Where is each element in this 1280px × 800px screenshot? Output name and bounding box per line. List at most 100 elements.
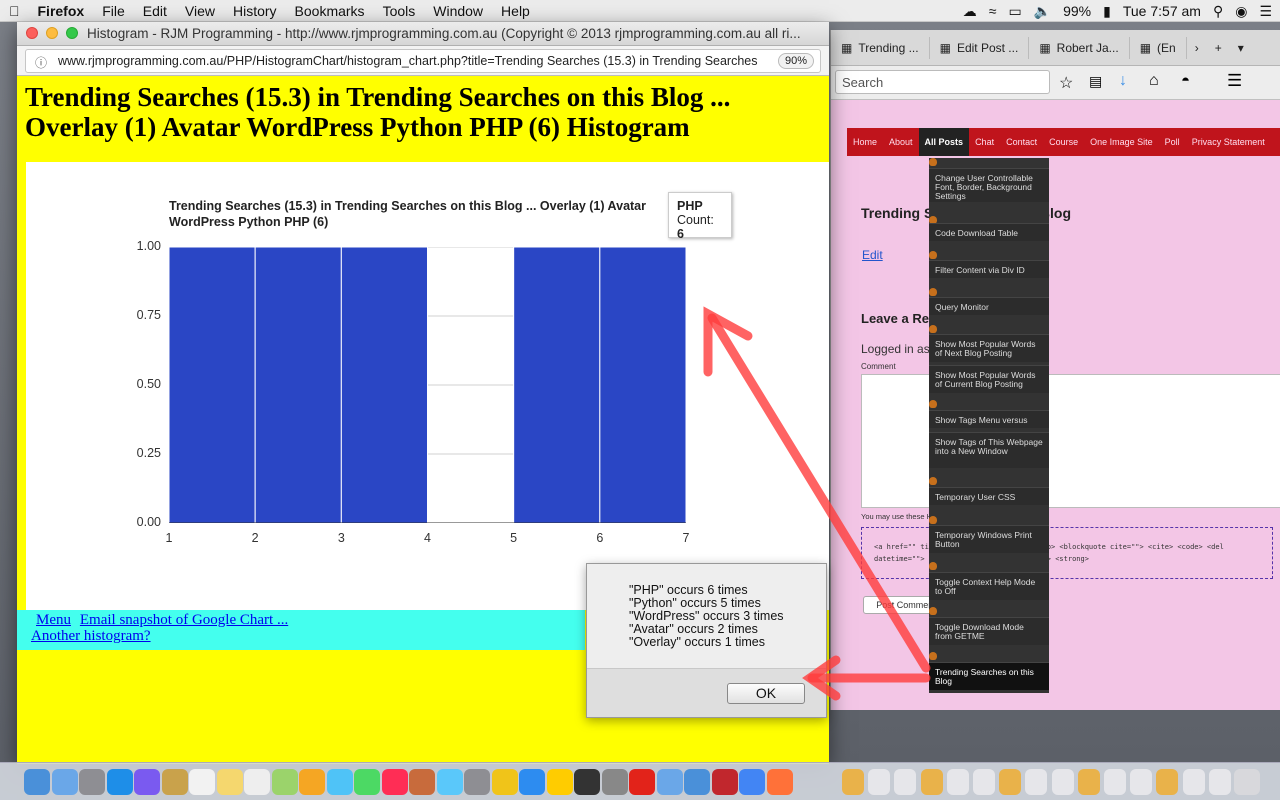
dock-app-icon[interactable] [161, 769, 188, 795]
menu-bookmarks[interactable]: Bookmarks [286, 3, 374, 19]
cloud-icon[interactable]: ☁ [963, 3, 977, 20]
dock-app-icon[interactable] [51, 769, 78, 795]
another-histogram-link[interactable]: Another histogram? [31, 628, 151, 644]
background-tab-en[interactable]: ▦ (En [1130, 36, 1187, 59]
dock-app-icon[interactable] [24, 769, 50, 795]
home-icon[interactable]: ⌂ [1149, 72, 1159, 90]
dock-app-icon[interactable] [354, 769, 380, 795]
nav-chat[interactable]: Chat [969, 128, 1000, 156]
edit-link[interactable]: Edit [862, 248, 883, 262]
dock-app-icon[interactable] [189, 769, 215, 795]
dock-document-icon[interactable] [920, 769, 943, 795]
battery-percent[interactable]: 99% [1063, 3, 1091, 19]
histogram-bar[interactable] [599, 247, 686, 523]
dropdown-item[interactable]: Show Most Popular Words of Next Blog Pos… [929, 334, 1049, 362]
volume-icon[interactable]: 🔈 [1034, 3, 1051, 20]
dock-app-icon[interactable] [491, 769, 518, 795]
dock-document-icon[interactable] [1104, 769, 1126, 795]
dock-document-icon[interactable] [1130, 769, 1153, 795]
dropdown-item[interactable]: Show Tags Menu versus [929, 410, 1049, 428]
app-menu[interactable]: Firefox [29, 3, 94, 19]
apple-menu-icon[interactable]:  [0, 3, 29, 19]
menu-help[interactable]: Help [492, 3, 539, 19]
nav-home[interactable]: Home [847, 128, 883, 156]
comment-textarea[interactable] [861, 374, 1280, 508]
dock-document-icon[interactable] [973, 769, 995, 795]
dock-app-icon[interactable] [216, 769, 243, 795]
spotlight-icon[interactable]: ⚲ [1213, 3, 1223, 20]
background-browser-window[interactable]: ▦ Trending ... ▦ Edit Post ... ▦ Robert Ja.… [830, 30, 1280, 710]
dock-app-icon[interactable] [739, 769, 765, 795]
dock-app-icon[interactable] [711, 769, 738, 795]
histogram-bar[interactable] [169, 247, 256, 523]
dock-document-icon[interactable] [1051, 769, 1074, 795]
nav-about[interactable]: About [883, 128, 919, 156]
battery-icon[interactable]: ▮ [1103, 3, 1111, 20]
dock-app-icon[interactable] [271, 769, 298, 795]
menu-file[interactable]: File [93, 3, 134, 19]
dock-document-icon[interactable] [946, 769, 969, 795]
dock-app-icon[interactable] [766, 769, 793, 795]
tab-scroll-right-icon[interactable]: › [1187, 41, 1207, 55]
dock-app-icon[interactable] [601, 769, 628, 795]
nav-contact[interactable]: Contact [1000, 128, 1043, 156]
site-info-icon[interactable]: ⓘ [35, 54, 47, 71]
trash-icon[interactable] [1234, 769, 1260, 795]
menu-edit[interactable]: Edit [134, 3, 176, 19]
histogram-bar[interactable] [340, 247, 428, 523]
background-tab-edit-post[interactable]: ▦ Edit Post ... [930, 36, 1030, 59]
clock[interactable]: Tue 7:57 am [1123, 3, 1201, 19]
dropdown-item[interactable]: Toggle Context Help Mode to Off [929, 572, 1049, 600]
dock-document-icon[interactable] [1025, 769, 1048, 795]
pocket-icon[interactable]: ◓ [1181, 72, 1190, 89]
menu-window[interactable]: Window [424, 3, 492, 19]
dock-app-icon[interactable] [656, 769, 683, 795]
menu-history[interactable]: History [224, 3, 286, 19]
zoom-window-icon[interactable] [66, 27, 78, 39]
reading-list-icon[interactable]: ▤ [1089, 73, 1102, 90]
hamburger-menu-icon[interactable]: ☰ [1227, 71, 1242, 91]
dock-app-icon[interactable] [134, 769, 160, 795]
background-tab-robert[interactable]: ▦ Robert Ja... [1029, 36, 1130, 59]
menu-link[interactable]: Menu [36, 612, 71, 628]
download-icon[interactable]: ↓ [1119, 72, 1127, 90]
dock-document-icon[interactable] [894, 769, 917, 795]
dropdown-item[interactable]: Toggle Download Mode from GETME [929, 617, 1049, 645]
dock-app-icon[interactable] [299, 769, 325, 795]
dropdown-item[interactable]: Filter Content via Div ID [929, 260, 1049, 278]
tab-list-icon[interactable]: ▾ [1230, 41, 1252, 55]
ok-button[interactable]: OK [727, 683, 805, 704]
dock-app-icon[interactable] [106, 769, 133, 795]
dock-app-icon[interactable] [546, 769, 573, 795]
zoom-level-badge[interactable]: 90% [777, 53, 814, 69]
close-window-icon[interactable] [26, 27, 38, 39]
dock-app-icon[interactable] [629, 769, 655, 795]
dropdown-item[interactable]: Show Most Popular Words of Current Blog … [929, 365, 1049, 393]
dropdown-item[interactable]: Query Monitor [929, 297, 1049, 315]
alert-dialog[interactable]: "PHP" occurs 6 times "Python" occurs 5 t… [586, 563, 827, 718]
dropdown-item-trending-searches[interactable]: Trending Searches on this Blog [929, 662, 1049, 690]
dropdown-item[interactable]: Temporary User CSS [929, 487, 1049, 505]
dropdown-item[interactable]: Temporary Windows Print Button [929, 525, 1049, 553]
dock-app-icon[interactable] [574, 769, 600, 795]
dock-app-icon[interactable] [519, 769, 545, 795]
dock-app-icon[interactable] [244, 769, 270, 795]
dock-document-icon[interactable] [868, 769, 891, 795]
nav-one-image-site[interactable]: One Image Site [1084, 128, 1159, 156]
nav-all-posts[interactable]: All Posts [918, 128, 970, 156]
menu-view[interactable]: View [176, 3, 224, 19]
airplay-icon[interactable]: ▭ [1008, 3, 1021, 20]
nav-course[interactable]: Course [1043, 128, 1084, 156]
siri-icon[interactable]: ◉ [1235, 3, 1247, 20]
minimize-window-icon[interactable] [46, 27, 58, 39]
dock-app-icon[interactable] [464, 769, 490, 795]
search-input[interactable]: Search [835, 70, 1050, 94]
window-title-bar[interactable]: Histogram - RJM Programming - http://www… [17, 22, 829, 46]
dock-document-icon[interactable] [999, 769, 1022, 795]
email-snapshot-link[interactable]: Email snapshot of Google Chart ... [80, 612, 288, 628]
url-field[interactable]: ⓘ www.rjmprogramming.com.au/PHP/Histogra… [25, 49, 821, 73]
dock-app-icon[interactable] [326, 769, 353, 795]
background-tab-trending[interactable]: ▦ Trending ... [831, 36, 930, 59]
notification-center-icon[interactable]: ☰ [1259, 3, 1272, 20]
dock-document-icon[interactable] [1156, 769, 1179, 795]
